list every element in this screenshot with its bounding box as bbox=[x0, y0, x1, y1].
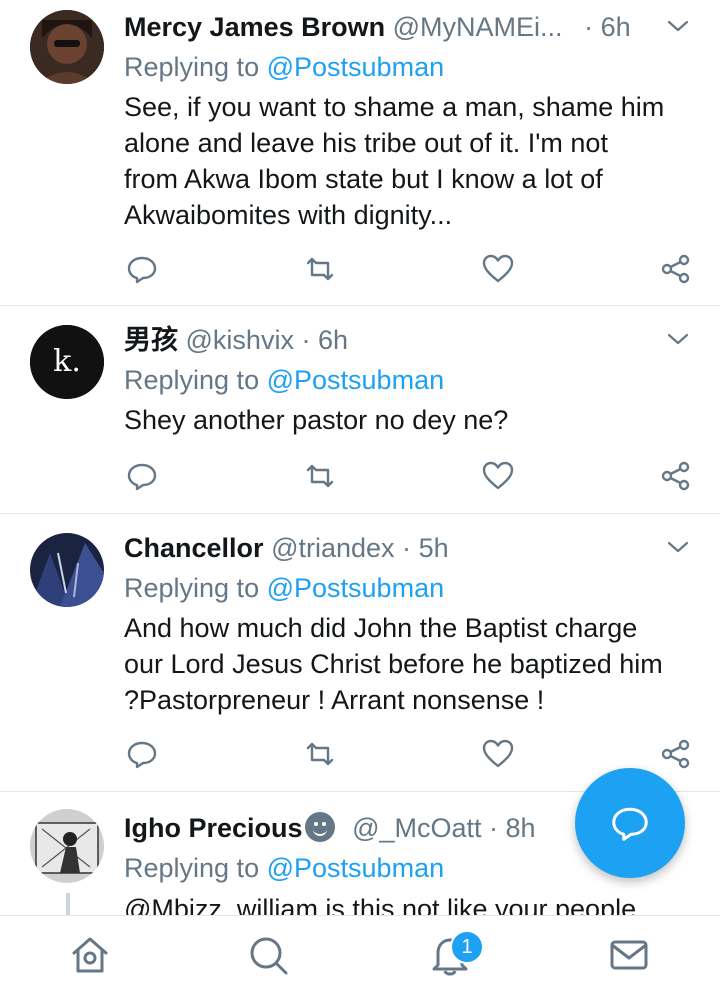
chevron-down-icon[interactable] bbox=[666, 14, 690, 38]
tweet-actions bbox=[124, 251, 704, 287]
avatar[interactable] bbox=[30, 10, 104, 84]
user-handle[interactable]: @triandex bbox=[271, 533, 394, 563]
tweet[interactable]: Mercy James Brown @MyNAMEi... · 6h Reply… bbox=[0, 0, 720, 306]
replying-prefix: Replying to bbox=[124, 573, 260, 603]
tweet-header: Chancellor @triandex · 5h bbox=[124, 531, 660, 565]
reply-icon bbox=[127, 463, 157, 491]
tweet[interactable]: k. 男孩 @kishvix · 6h Replying to @Postsub… bbox=[0, 305, 720, 514]
share-button[interactable] bbox=[658, 251, 694, 287]
like-button[interactable] bbox=[480, 251, 516, 287]
user-handle[interactable]: @_McOatt bbox=[352, 813, 481, 843]
separator-dot: · bbox=[584, 12, 594, 42]
share-button[interactable] bbox=[658, 458, 694, 494]
like-icon bbox=[482, 254, 514, 283]
replying-to: Replying to @Postsubman bbox=[124, 50, 444, 84]
display-name[interactable]: Mercy James Brown bbox=[124, 12, 385, 42]
share-icon bbox=[661, 739, 690, 769]
like-icon bbox=[482, 739, 514, 768]
tweet[interactable]: Chancellor @triandex · 5h Replying to @P… bbox=[0, 513, 720, 792]
home-icon bbox=[72, 937, 108, 973]
tweet-text-content: @Mbizz_william is this not like your peo… bbox=[124, 894, 637, 915]
reply-button[interactable] bbox=[124, 458, 160, 494]
nav-home[interactable] bbox=[65, 930, 115, 980]
mention-link[interactable]: @Postsubman bbox=[267, 365, 445, 395]
display-name[interactable]: Igho Precious bbox=[124, 813, 303, 843]
share-icon bbox=[661, 461, 690, 491]
user-handle[interactable]: @kishvix bbox=[186, 325, 294, 355]
chevron-down-icon[interactable] bbox=[666, 327, 690, 351]
reply-button[interactable] bbox=[124, 251, 160, 287]
messages-icon bbox=[610, 940, 648, 970]
tweet-text: @Mbizz_william is this not like your peo… bbox=[124, 891, 690, 915]
reply-button[interactable] bbox=[124, 736, 160, 772]
tweet-text: Shey another pastor no dey ne? bbox=[124, 405, 509, 435]
retweet-icon bbox=[306, 257, 334, 281]
timestamp[interactable]: 5h bbox=[419, 533, 449, 563]
nav-search[interactable] bbox=[243, 930, 293, 980]
share-button[interactable] bbox=[658, 736, 694, 772]
separator-dot: · bbox=[402, 533, 412, 563]
retweet-icon bbox=[306, 464, 334, 488]
retweet-button[interactable] bbox=[302, 458, 338, 494]
reply-icon bbox=[127, 741, 157, 769]
user-handle[interactable]: @MyNAMEi... bbox=[393, 12, 563, 42]
like-icon bbox=[482, 461, 514, 490]
tweet-text: See, if you want to shame a man, shame h… bbox=[124, 92, 665, 230]
replying-prefix: Replying to bbox=[124, 365, 260, 395]
mention-link[interactable]: @Postsubman bbox=[267, 52, 445, 82]
tweet-header: 男孩 @kishvix · 6h bbox=[124, 323, 660, 357]
avatar-letter: k. bbox=[53, 344, 81, 379]
timestamp[interactable]: 8h bbox=[506, 813, 536, 843]
tweet-text: And how much did John the Baptist charge… bbox=[124, 613, 663, 715]
like-button[interactable] bbox=[480, 458, 516, 494]
compose-reply-button[interactable] bbox=[575, 768, 685, 878]
avatar[interactable]: k. bbox=[30, 325, 104, 399]
replying-to: Replying to @Postsubman bbox=[124, 571, 444, 605]
reply-icon bbox=[127, 256, 157, 284]
retweet-button[interactable] bbox=[302, 251, 338, 287]
avatar[interactable] bbox=[30, 809, 104, 883]
replying-to: Replying to @Postsubman bbox=[124, 363, 444, 397]
timestamp[interactable]: 6h bbox=[318, 325, 348, 355]
tweet-actions bbox=[124, 458, 704, 494]
separator-dot: · bbox=[301, 325, 311, 355]
separator-dot: · bbox=[489, 813, 499, 843]
replying-to: Replying to @Postsubman bbox=[124, 851, 444, 885]
replying-prefix: Replying to bbox=[124, 52, 260, 82]
replying-prefix: Replying to bbox=[124, 853, 260, 883]
mention-link[interactable]: @Postsubman bbox=[267, 573, 445, 603]
avatar[interactable] bbox=[30, 533, 104, 607]
share-icon bbox=[661, 254, 690, 284]
retweet-button[interactable] bbox=[302, 736, 338, 772]
display-name[interactable]: Chancellor bbox=[124, 533, 264, 563]
notification-count-badge: 1 bbox=[450, 930, 484, 964]
bottom-navigation bbox=[0, 915, 720, 982]
mention-link[interactable]: @Postsubman bbox=[267, 853, 445, 883]
nav-messages[interactable] bbox=[604, 930, 654, 980]
tweet-actions bbox=[124, 736, 704, 772]
thread-connector bbox=[66, 893, 70, 915]
like-button[interactable] bbox=[480, 736, 516, 772]
chevron-down-icon[interactable] bbox=[666, 535, 690, 559]
tweet-header: Mercy James Brown @MyNAMEi... · 6h bbox=[124, 10, 660, 44]
search-icon bbox=[250, 937, 288, 975]
display-name[interactable]: 男孩 bbox=[124, 325, 178, 355]
compose-reply-icon bbox=[612, 807, 648, 841]
retweet-icon bbox=[306, 742, 334, 766]
smiley-emoji-icon bbox=[304, 812, 335, 842]
timestamp[interactable]: 6h bbox=[601, 12, 631, 42]
